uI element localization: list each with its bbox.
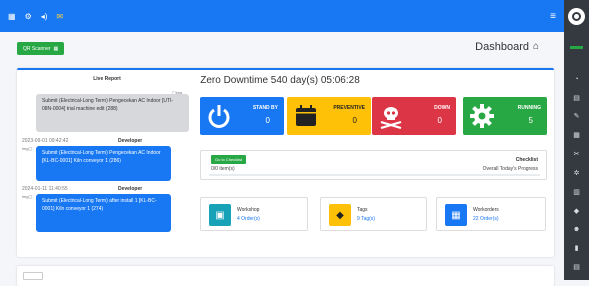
- home-icon: ⌂: [533, 41, 540, 52]
- stat-running[interactable]: RUNNING 5: [463, 97, 547, 135]
- stat-label: DOWN: [434, 105, 450, 111]
- clipboard-icon[interactable]: ▤: [572, 95, 581, 103]
- grid-icon[interactable]: ▦: [8, 12, 16, 21]
- power-icon: [208, 105, 230, 128]
- go-to-checklist-button[interactable]: Go to Checklist: [211, 155, 247, 164]
- hamburger-icon[interactable]: ≡: [550, 11, 556, 22]
- chat-message: Submit (Electrical-Long Term) Pengecekan…: [36, 94, 189, 132]
- calendar-icon[interactable]: ▦: [572, 132, 581, 140]
- tags-link[interactable]: 9 Tag(s): [357, 216, 375, 222]
- workorders-link[interactable]: 22 Order(s): [473, 216, 499, 222]
- stat-value: 0: [265, 116, 270, 125]
- toolbox-icon: ▣: [209, 204, 231, 226]
- tools-icon[interactable]: ✎: [572, 113, 581, 121]
- qrcode-icon: ▦: [53, 45, 59, 52]
- page-title: Dashboard ⌂: [475, 41, 544, 53]
- workshop-label: Workshop: [237, 207, 260, 213]
- user-icon[interactable]: ☻: [572, 226, 581, 234]
- stat-label: PREVENTIVE: [333, 105, 365, 111]
- stat-value: 5: [528, 116, 533, 125]
- stat-label: RUNNING: [517, 105, 541, 111]
- tag-icon: ◆: [329, 204, 351, 226]
- cog-icon[interactable]: ✲: [572, 170, 581, 178]
- tag-icon[interactable]: ◆: [572, 208, 581, 216]
- workshop-card[interactable]: ▣ Workshop 4 Order(s): [200, 197, 308, 231]
- workshop-link[interactable]: 4 Order(s): [237, 216, 260, 222]
- message-timestamp: 2024-01-11 11:40:55: [22, 186, 68, 192]
- checklist-card: Checklist Overall Today's Progress Go to…: [200, 150, 547, 180]
- speaker-icon[interactable]: ◂): [41, 12, 48, 21]
- stat-value: 0: [352, 116, 357, 125]
- bottom-card: [17, 266, 554, 286]
- message-sender: Developer: [118, 186, 143, 192]
- navbar-right-icons: ▦ ⚙ ◂) ✉: [8, 12, 63, 21]
- qr-scanner-button[interactable]: QR Scanner ▦: [17, 42, 65, 55]
- workorders-card[interactable]: ▦ Workorders 22 Order(s): [436, 197, 546, 231]
- checklist-progress-bar: [209, 174, 540, 176]
- dashboard-icon[interactable]: ◔: [572, 76, 581, 84]
- workorders-label: Workorders: [473, 207, 499, 213]
- checklist-subtitle: Overall Today's Progress: [482, 166, 538, 172]
- gear-icon: [470, 104, 494, 128]
- file-icon[interactable]: ▮: [572, 245, 581, 253]
- checklist-title: Checklist: [515, 157, 538, 163]
- settings-icon[interactable]: ⚙: [25, 12, 32, 21]
- qr-scanner-label: QR Scanner: [23, 45, 51, 52]
- stat-standby[interactable]: STAND BY 0: [200, 97, 284, 135]
- app-logo[interactable]: [568, 8, 585, 25]
- tags-card[interactable]: ◆ Tags 9 Tag(s): [320, 197, 427, 231]
- sidebar: ◔ ▤ ✎ ▦ ✂ ✲ ▥ ◆ ☻ ▮ ▤: [564, 0, 589, 280]
- downtime-title: Zero Downtime 540 day(s) 05:06:28: [200, 75, 360, 86]
- page-title-text: Dashboard: [475, 41, 529, 53]
- report-icon[interactable]: ▤: [572, 264, 581, 272]
- avatar-image: img▢: [22, 194, 33, 199]
- stat-value: 0: [437, 116, 442, 125]
- chat-message: Submit (Electrical-Long Term) after inst…: [36, 194, 171, 232]
- live-report: Live Report ▢img Submit (Electrical-Long…: [22, 76, 192, 246]
- skull-icon: [380, 107, 402, 129]
- calendar-icon: ▦: [445, 204, 467, 226]
- wrench-icon[interactable]: ✂: [572, 151, 581, 159]
- page-header: Dashboard ⌂ QR Scanner ▦: [0, 38, 564, 60]
- sidebar-active-indicator: [570, 46, 583, 49]
- stat-down[interactable]: DOWN 0: [372, 97, 456, 135]
- top-navbar: ▦ ⚙ ◂) ✉ ≡: [0, 0, 564, 32]
- live-report-title: Live Report: [93, 76, 121, 82]
- stat-label: STAND BY: [252, 105, 278, 111]
- chat-icon[interactable]: ✉: [56, 12, 63, 21]
- collapse-button[interactable]: [23, 272, 43, 280]
- calendar-icon: [296, 105, 316, 126]
- chat-message: Submit (Electrical-Long Term) Pengecekan…: [36, 146, 171, 181]
- message-sender: Developer: [118, 138, 143, 144]
- checklist-count: 0/0 item(s): [211, 166, 235, 172]
- document-icon[interactable]: ▥: [572, 189, 581, 197]
- tags-label: Tags: [357, 207, 368, 213]
- message-timestamp: 2023-09-01 09:42:42: [22, 138, 69, 144]
- avatar-image: img▢: [22, 146, 33, 151]
- stat-preventive[interactable]: PREVENTIVE 0: [287, 97, 371, 135]
